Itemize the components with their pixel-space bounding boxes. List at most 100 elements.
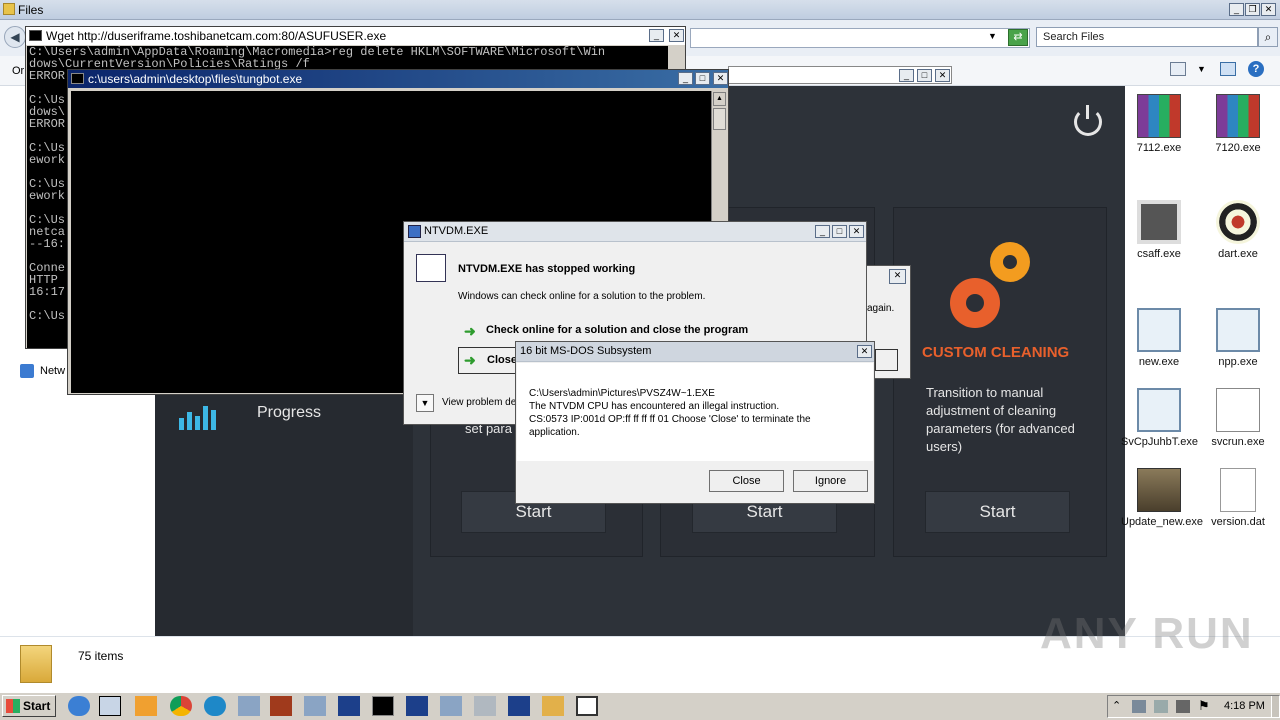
window-app-icon <box>1216 308 1260 352</box>
media-player-icon[interactable] <box>135 696 157 716</box>
chevron-down-icon[interactable]: ▼ <box>416 394 434 412</box>
minimize-button[interactable]: _ <box>678 72 693 85</box>
view-options-icon[interactable] <box>1170 62 1186 76</box>
desktop-icon-label: dart.exe <box>1218 248 1258 260</box>
organize-menu[interactable]: Or <box>12 65 24 77</box>
refresh-icon[interactable]: ⇄ <box>1008 29 1028 46</box>
app-task-icon[interactable] <box>440 696 462 716</box>
close-button[interactable]: ✕ <box>669 29 684 42</box>
clock[interactable]: 4:18 PM <box>1224 700 1265 712</box>
internet-explorer-icon[interactable] <box>68 696 90 716</box>
chevron-down-icon[interactable]: ▼ <box>1197 64 1206 74</box>
dialog-title: 16 bit MS-DOS Subsystem <box>520 345 652 357</box>
address-field[interactable] <box>690 28 1030 48</box>
desktop-icon[interactable]: new.exe <box>1121 308 1197 368</box>
search-input[interactable]: Search Files <box>1036 27 1258 47</box>
app-task-icon[interactable] <box>406 696 428 716</box>
window-title: Files <box>18 3 44 17</box>
window-app-icon <box>1137 308 1181 352</box>
minimize-button[interactable]: _ <box>649 29 664 42</box>
explorer-task-icon[interactable] <box>99 696 121 716</box>
nav-item-network[interactable]: Netw <box>40 365 65 377</box>
volume-icon[interactable] <box>1176 700 1190 713</box>
desktop-icon[interactable]: version.dat <box>1200 468 1276 528</box>
ignore-button[interactable]: Ignore <box>793 470 868 492</box>
chevron-up-icon[interactable]: ⌃ <box>1112 699 1121 712</box>
house-doc-icon <box>1216 388 1260 432</box>
maximize-button[interactable]: □ <box>695 72 710 85</box>
console-titlebar: Wget http://duseriframe.toshibanetcam.co… <box>26 27 685 45</box>
dialog-title: NTVDM.EXE <box>424 225 489 237</box>
desktop-icon[interactable]: dart.exe <box>1200 200 1276 260</box>
network-tray-icon[interactable] <box>1132 700 1146 713</box>
close-button[interactable]: ✕ <box>857 345 872 358</box>
search-icon[interactable]: ⌕ <box>1258 27 1278 47</box>
maximize-button[interactable]: □ <box>917 69 932 82</box>
app-task-icon[interactable] <box>474 696 496 716</box>
app-task-icon[interactable] <box>338 696 360 716</box>
console-title: Wget http://duseriframe.toshibanetcam.co… <box>46 29 387 43</box>
maximize-button[interactable]: ❐ <box>1245 3 1260 16</box>
item-count: 75 items <box>78 649 124 663</box>
message-line: The NTVDM CPU has encountered an illegal… <box>529 401 780 412</box>
app-task-icon[interactable] <box>304 696 326 716</box>
desktop-icon[interactable]: Update_new.exe <box>1121 468 1203 528</box>
monitor-tray-icon[interactable] <box>1154 700 1168 713</box>
desktop-icon[interactable]: SvCpJuhbT.exe <box>1121 388 1198 448</box>
app-task-icon[interactable] <box>270 696 292 716</box>
flag-icon[interactable]: ⚑ <box>1198 698 1210 714</box>
power-icon[interactable] <box>1074 105 1102 136</box>
message-line: application. <box>529 427 580 438</box>
maximize-button[interactable]: □ <box>832 225 847 238</box>
back-button[interactable]: ◀ <box>4 26 26 48</box>
chevron-down-icon[interactable]: ▼ <box>988 31 997 41</box>
taskbar <box>0 692 1280 720</box>
preview-pane-icon[interactable] <box>1220 62 1236 76</box>
scroll-up-icon[interactable]: ▲ <box>713 92 726 106</box>
close-button[interactable]: ✕ <box>889 269 906 284</box>
desktop-icon[interactable]: 7112.exe <box>1121 94 1197 154</box>
help-icon[interactable]: ? <box>1248 61 1264 77</box>
desktop-icon[interactable]: 7120.exe <box>1200 94 1276 154</box>
close-button[interactable]: ✕ <box>849 225 864 238</box>
progress-label[interactable]: Progress <box>257 404 321 422</box>
background-window[interactable]: _ □ ✕ <box>728 66 952 84</box>
start-button-3[interactable]: Start <box>925 491 1070 533</box>
msdos-subsystem-dialog[interactable]: 16 bit MS-DOS Subsystem ✕ C:\Users\admin… <box>515 341 875 504</box>
app-task-icon[interactable] <box>508 696 530 716</box>
minimize-button[interactable]: _ <box>899 69 914 82</box>
close-button[interactable]: Close <box>709 470 784 492</box>
dialog-titlebar: NTVDM.EXE <box>404 222 866 242</box>
close-button[interactable]: ✕ <box>1261 3 1276 16</box>
broom-icon[interactable] <box>542 696 564 716</box>
desktop-icon[interactable]: csaff.exe <box>1121 200 1197 260</box>
desktop-icon[interactable]: npp.exe <box>1200 308 1276 368</box>
app-task-icon[interactable] <box>576 696 598 716</box>
minimize-button[interactable]: _ <box>1229 3 1244 16</box>
check-online-option[interactable]: Check online for a solution and close th… <box>486 324 748 336</box>
close-button[interactable]: ✕ <box>713 72 728 85</box>
console-icon[interactable] <box>372 696 394 716</box>
gear-icon <box>990 242 1030 282</box>
partial-button[interactable] <box>875 349 898 371</box>
chrome-icon[interactable] <box>170 696 192 716</box>
minimize-button[interactable]: _ <box>815 225 830 238</box>
close-program-option[interactable]: ➜ Close <box>458 347 520 374</box>
start-button[interactable]: Start <box>2 695 56 717</box>
dialog-message: C:\Users\admin\Pictures\PVSZ4W~1.EXE The… <box>529 387 811 439</box>
app-task-icon[interactable] <box>238 696 260 716</box>
close-button[interactable]: ✕ <box>935 69 950 82</box>
desktop-icon-label: 7120.exe <box>1215 142 1261 154</box>
desktop-icon-label: svcrun.exe <box>1211 436 1265 448</box>
show-desktop-button[interactable] <box>1271 696 1279 717</box>
desktop-icon-label: version.dat <box>1211 516 1265 528</box>
arrow-right-icon: ➜ <box>464 323 476 339</box>
status-bar: 75 items ANY RUN <box>0 609 1280 692</box>
edge-icon[interactable] <box>204 696 226 716</box>
system-tray: ⌃ ⚑ 4:18 PM <box>1107 695 1280 718</box>
view-problem-details[interactable]: View problem de <box>442 397 516 408</box>
desktop-icon[interactable]: svcrun.exe <box>1200 388 1276 448</box>
scroll-thumb[interactable] <box>713 108 726 130</box>
console-titlebar: c:\users\admin\desktop\files\tungbot.exe <box>68 70 728 88</box>
window-app-icon <box>1137 388 1181 432</box>
